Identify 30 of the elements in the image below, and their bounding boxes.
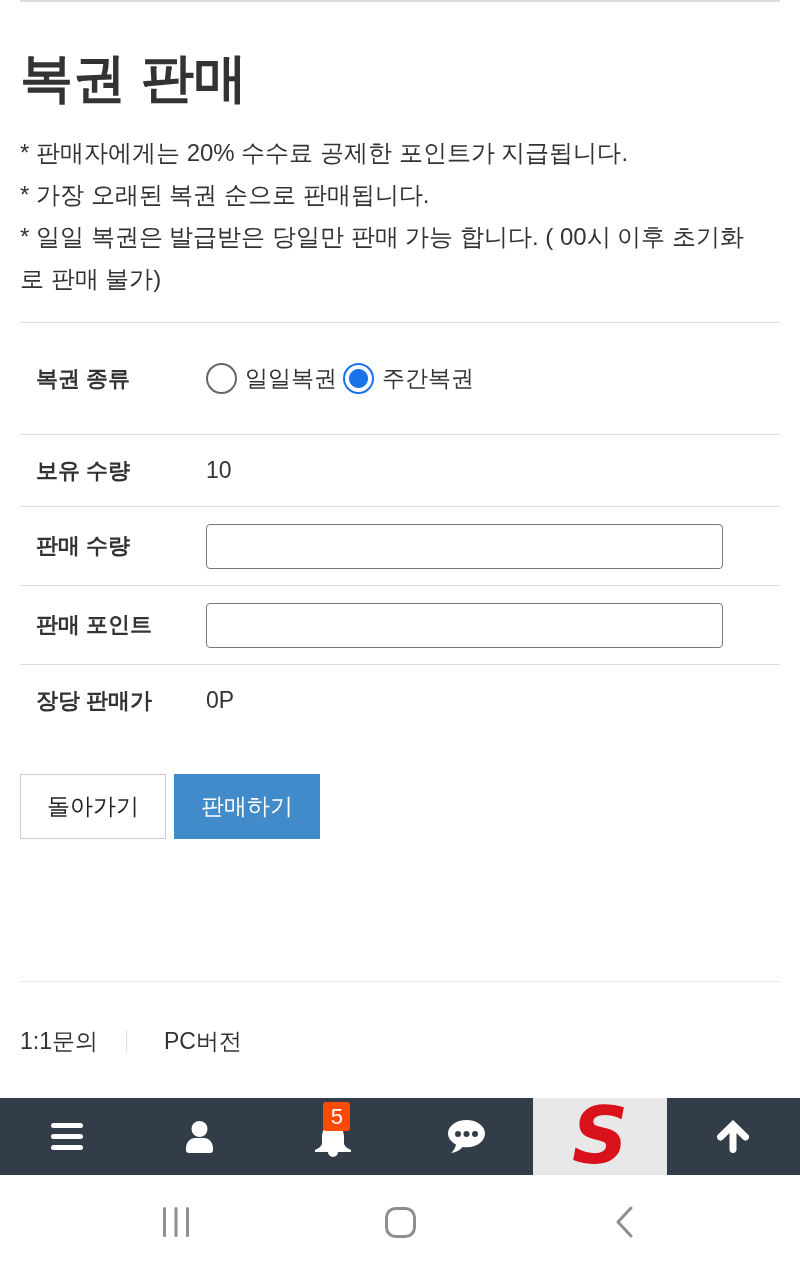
logo-button[interactable]: S — [533, 1098, 667, 1175]
radio-button[interactable] — [343, 363, 374, 394]
input-field[interactable] — [206, 523, 723, 569]
sell-button[interactable]: 판매하기 — [174, 774, 320, 839]
field-value: 10 — [206, 457, 232, 484]
field-label: 판매 포인트 — [35, 611, 154, 639]
notice-text: * 가장 오래된 복권 순으로 판매됩니다. — [20, 180, 431, 210]
home-icon[interactable] — [384, 1206, 416, 1238]
field-label: 복권 종류 — [35, 364, 132, 393]
field-value: 0P — [206, 687, 235, 714]
footer-link[interactable]: 1:1문의 — [20, 1026, 98, 1056]
footer-link[interactable]: PC버전 — [126, 1030, 242, 1052]
input-field[interactable] — [206, 602, 723, 648]
recent-apps-icon[interactable] — [163, 1207, 189, 1237]
radio-button[interactable] — [206, 363, 237, 394]
field-label: 장당 판매가 — [35, 686, 154, 715]
back-button[interactable]: 돌아가기 — [20, 774, 166, 839]
field-label: 보유 수량 — [35, 456, 132, 485]
notice-text: * 판매자에게는 20% 수수료 공제한 포인트가 지급됩니다. — [20, 138, 630, 168]
radio-option[interactable]: 일일복권 — [206, 363, 337, 394]
chat-bubble-icon — [448, 1120, 486, 1153]
page-title: 복권 판매 — [20, 47, 248, 109]
notice-text: * 일일 복권은 발급받은 당일만 판매 가능 합니다. ( 00시 이후 초기화로 판매 불가) — [20, 222, 746, 294]
user-icon — [186, 1120, 214, 1153]
menu-icon — [50, 1123, 83, 1150]
radio-option[interactable]: 주간복권 — [343, 363, 474, 394]
field-label: 판매 수량 — [35, 532, 132, 560]
arrow-up-icon — [717, 1120, 750, 1153]
notification-badge: 5 — [323, 1102, 351, 1131]
back-icon[interactable] — [615, 1206, 633, 1238]
